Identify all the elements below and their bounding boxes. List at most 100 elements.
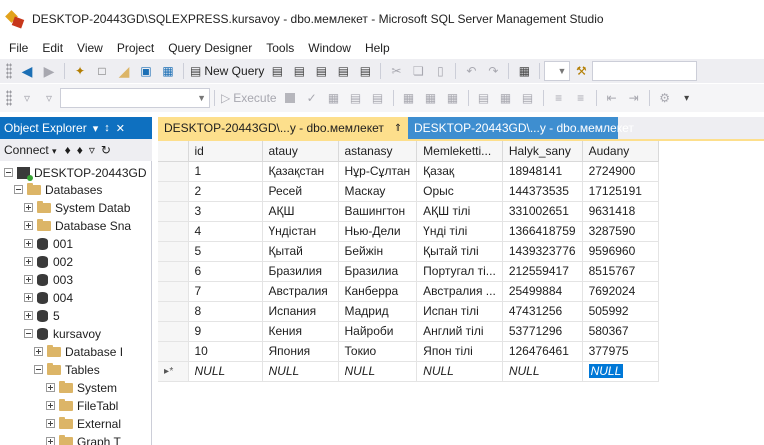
row-selector[interactable] <box>158 201 189 222</box>
table-cell[interactable]: 5 <box>188 241 263 262</box>
table-cell[interactable]: NULL <box>262 361 339 382</box>
table-cell[interactable]: АҚШ <box>262 201 339 222</box>
new-row-marker[interactable]: ▸* <box>158 361 189 382</box>
toolbar-grip[interactable] <box>6 90 12 106</box>
table-cell[interactable]: 4 <box>188 221 263 242</box>
tree-node-databases[interactable]: Databases <box>14 181 102 198</box>
database-engine-query-icon[interactable]: ▤ <box>268 62 286 80</box>
table-cell[interactable]: Испан тілі <box>416 301 503 322</box>
menu-help[interactable]: Help <box>358 41 397 55</box>
copy-icon[interactable]: ❏ <box>409 62 427 80</box>
mdx-query-icon[interactable]: ▤ <box>290 62 308 80</box>
find-input[interactable] <box>592 61 698 81</box>
row-selector[interactable] <box>158 221 189 242</box>
toolbar-overflow-icon[interactable]: ▾ <box>678 89 696 107</box>
comment-out-icon[interactable]: ≡ <box>550 89 568 107</box>
uncomment-icon[interactable]: ≡ <box>572 89 590 107</box>
tree-node-system-tables[interactable]: System <box>46 379 117 396</box>
table-cell[interactable]: 580367 <box>582 321 659 342</box>
table-cell[interactable]: Канберра <box>338 281 418 302</box>
auto-hide-pin-icon[interactable]: ↕ <box>104 122 110 134</box>
filter-settings-icon[interactable]: ▿ <box>40 89 58 107</box>
table-cell[interactable]: 1366418759 <box>502 221 583 242</box>
expand-icon[interactable] <box>24 275 33 284</box>
object-explorer-header[interactable]: Object Explorer ▾ ↕ ✕ <box>0 117 152 139</box>
table-cell[interactable]: 377975 <box>582 341 659 362</box>
tree-node-server[interactable]: DESKTOP-20443GD <box>4 164 147 181</box>
table-cell[interactable]: 7 <box>188 281 263 302</box>
window-position-dropdown-icon[interactable]: ▾ <box>93 122 99 135</box>
table-cell[interactable]: Нұр-Сұлтан <box>338 161 418 182</box>
table-cell[interactable]: Қазақстан <box>262 161 339 182</box>
table-cell[interactable]: 144373535 <box>502 181 583 202</box>
table-cell[interactable]: Англий тілі <box>416 321 503 342</box>
tree-node-db-003[interactable]: 003 <box>24 271 73 288</box>
increase-indent-icon[interactable]: ⇥ <box>625 89 643 107</box>
table-cell[interactable]: Үнді тілі <box>416 221 503 242</box>
row-selector[interactable] <box>158 181 189 202</box>
table-cell[interactable]: Найроби <box>338 321 418 342</box>
table-cell[interactable]: Орыс <box>416 181 503 202</box>
table-cell[interactable]: 17125191 <box>582 181 659 202</box>
table-cell[interactable]: Япон тілі <box>416 341 503 362</box>
table-cell[interactable]: 8 <box>188 301 263 322</box>
expand-icon[interactable] <box>24 221 33 230</box>
column-header[interactable]: atauy <box>262 141 339 162</box>
menu-project[interactable]: Project <box>110 41 161 55</box>
execute-button[interactable]: ▷ Execute <box>221 89 277 107</box>
intellisense-icon[interactable]: ▤ <box>369 89 387 107</box>
connect-icon[interactable]: ♦ <box>65 143 71 157</box>
table-cell[interactable]: 10 <box>188 341 263 362</box>
menu-view[interactable]: View <box>70 41 110 55</box>
table-cell[interactable]: Япония <box>262 341 339 362</box>
results-to-text-icon[interactable]: ▤ <box>475 89 493 107</box>
column-header[interactable]: Audany <box>582 141 659 162</box>
expand-icon[interactable] <box>46 419 55 428</box>
table-cell[interactable]: 505992 <box>582 301 659 322</box>
table-cell[interactable]: 9596960 <box>582 241 659 262</box>
table-cell[interactable]: 1 <box>188 161 263 182</box>
expand-icon[interactable] <box>34 347 43 356</box>
table-cell[interactable]: 3 <box>188 201 263 222</box>
tree-node-db-5[interactable]: 5 <box>24 307 60 324</box>
menu-edit[interactable]: Edit <box>35 41 70 55</box>
tab-memleket-active[interactable]: DESKTOP-20443GD\...y - dbo.мемлекет ⇑ ✕ <box>158 117 419 139</box>
table-cell[interactable]: Бразилиа <box>338 261 418 282</box>
table-cell[interactable]: 47431256 <box>502 301 583 322</box>
toolbar-grip[interactable] <box>6 63 12 79</box>
table-cell[interactable]: 6 <box>188 261 263 282</box>
table-cell[interactable]: Қытай <box>262 241 339 262</box>
table-cell[interactable]: Австралия <box>262 281 339 302</box>
table-cell[interactable]: Вашингтон <box>338 201 418 222</box>
tree-node-db-002[interactable]: 002 <box>24 253 73 270</box>
expand-icon[interactable] <box>24 239 33 248</box>
solution-configurations-icon[interactable]: ▦ <box>515 62 533 80</box>
dax-query-icon[interactable]: ▤ <box>356 62 374 80</box>
parse-icon[interactable]: ✓ <box>303 89 321 107</box>
tree-node-external-tables[interactable]: External <box>46 415 121 432</box>
column-header[interactable]: Halyk_sany <box>502 141 583 162</box>
menu-file[interactable]: File <box>2 41 35 55</box>
available-databases-dropdown[interactable]: ▼ <box>60 88 210 108</box>
table-cell[interactable]: Испания <box>262 301 339 322</box>
collapse-icon[interactable] <box>4 168 13 177</box>
table-cell[interactable]: 8515767 <box>582 261 659 282</box>
table-cell[interactable]: NULL <box>188 361 263 382</box>
row-selector[interactable] <box>158 161 189 182</box>
tree-node-database-diagrams[interactable]: Database I <box>34 343 123 360</box>
tree-node-db-kursavoy[interactable]: kursavoy <box>24 325 101 342</box>
tree-node-db-004[interactable]: 004 <box>24 289 73 306</box>
filter-icon[interactable]: ▿ <box>89 143 95 157</box>
expand-icon[interactable] <box>24 293 33 302</box>
table-cell[interactable]: 212559417 <box>502 261 583 282</box>
table-cell[interactable]: Кения <box>262 321 339 342</box>
table-cell[interactable]: 1439323776 <box>502 241 583 262</box>
table-cell[interactable]: Қытай тілі <box>416 241 503 262</box>
table-cell[interactable]: Токио <box>338 341 418 362</box>
table-cell[interactable]: 126476461 <box>502 341 583 362</box>
cut-icon[interactable]: ✂ <box>387 62 405 80</box>
live-stats-icon[interactable]: ▦ <box>422 89 440 107</box>
tree-node-graph-tables[interactable]: Graph T <box>46 433 121 445</box>
tree-node-tables[interactable]: Tables <box>34 361 100 378</box>
column-header[interactable]: id <box>188 141 263 162</box>
